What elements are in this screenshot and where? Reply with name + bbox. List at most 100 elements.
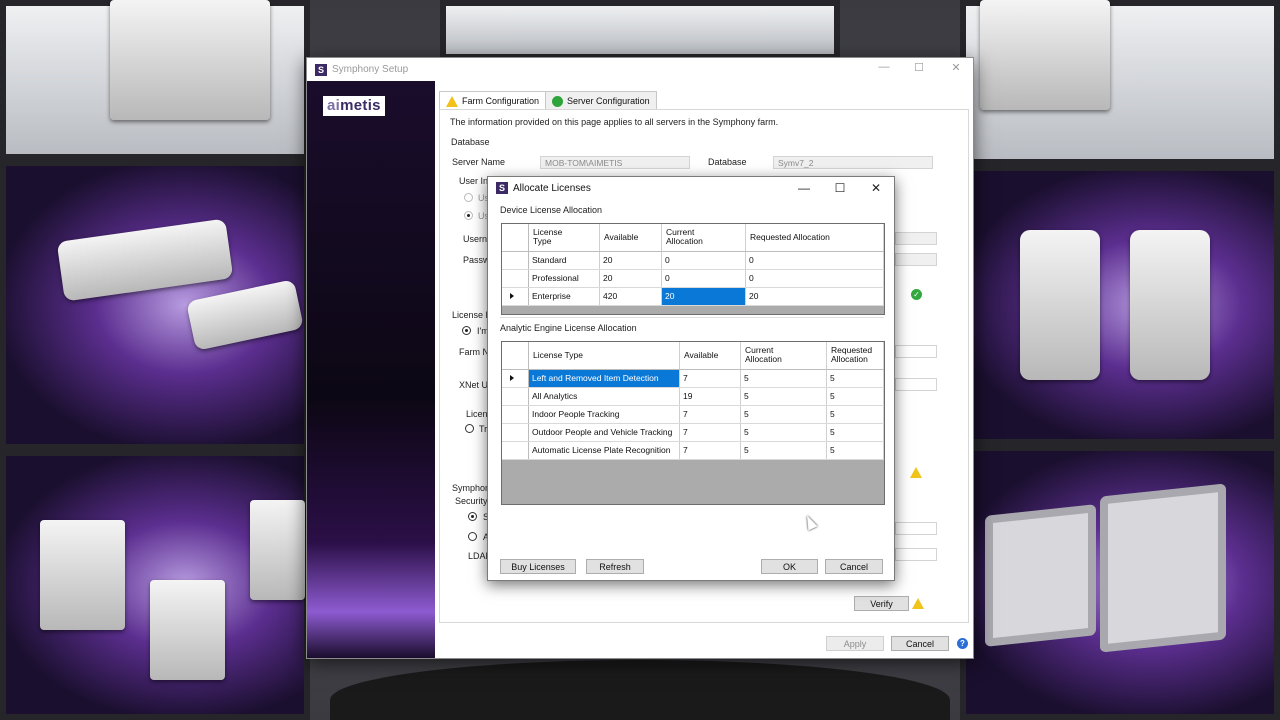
row-header[interactable] <box>502 287 529 306</box>
trial-radio[interactable] <box>465 424 474 433</box>
table-row[interactable]: Automatic License Plate Recognition 7 5 … <box>502 441 884 460</box>
buy-licenses-button[interactable]: Buy Licenses <box>500 559 576 574</box>
security-field[interactable] <box>895 522 937 535</box>
current-allocation-cell[interactable]: 5 <box>740 423 827 442</box>
dialog-title-bar: S Allocate Licenses — ☐ ✕ <box>488 177 894 199</box>
row-header[interactable] <box>502 441 529 460</box>
available-cell[interactable]: 7 <box>679 441 741 460</box>
requested-allocation-cell[interactable]: 5 <box>826 423 884 442</box>
minimize-icon[interactable]: — <box>875 61 893 73</box>
table-row[interactable]: Indoor People Tracking 7 5 5 <box>502 405 884 424</box>
column-header[interactable]: Requested Allocation <box>826 342 884 370</box>
row-header[interactable] <box>502 369 529 388</box>
table-row[interactable]: All Analytics 19 5 5 <box>502 387 884 406</box>
current-allocation-cell[interactable]: 0 <box>661 251 746 270</box>
ok-button[interactable]: OK <box>761 559 818 574</box>
refresh-button[interactable]: Refresh <box>586 559 644 574</box>
current-allocation-cell[interactable]: 20 <box>661 287 746 306</box>
requested-allocation-cell[interactable]: 0 <box>745 251 884 270</box>
maximize-icon[interactable]: ☐ <box>910 61 928 74</box>
server-name-select[interactable]: MOB-TOM\AIMETIS <box>540 156 690 169</box>
available-cell[interactable]: 19 <box>679 387 741 406</box>
requested-allocation-cell[interactable]: 0 <box>745 269 884 288</box>
user-option-radio[interactable] <box>464 193 473 202</box>
password-field[interactable] <box>895 253 937 266</box>
setup-title-bar: S Symphony Setup — ☐ ✕ <box>307 58 973 81</box>
available-cell[interactable]: 7 <box>679 369 741 388</box>
column-header[interactable]: Available <box>599 224 662 252</box>
close-icon[interactable]: ✕ <box>867 181 885 195</box>
table-row[interactable]: Enterprise 420 20 20 <box>502 287 884 306</box>
column-header[interactable]: License Type <box>528 342 680 370</box>
close-icon[interactable]: ✕ <box>947 61 965 74</box>
user-option-radio[interactable] <box>464 211 473 220</box>
logo-part-2: metis <box>340 97 381 114</box>
analytic-license-group-label: Analytic Engine License Allocation <box>500 323 637 333</box>
current-allocation-cell[interactable]: 5 <box>740 441 827 460</box>
security-option-radio[interactable] <box>468 532 477 541</box>
row-header[interactable] <box>502 405 529 424</box>
cancel-button[interactable]: Cancel <box>891 636 949 651</box>
row-header[interactable] <box>502 251 529 270</box>
table-row[interactable]: Standard 20 0 0 <box>502 251 884 270</box>
available-cell[interactable]: 420 <box>599 287 662 306</box>
database-group-label: Database <box>451 137 490 147</box>
license-type-cell[interactable]: Outdoor People and Vehicle Tracking <box>528 423 680 442</box>
security-option-radio[interactable] <box>468 512 477 521</box>
column-header[interactable]: License Type <box>528 224 600 252</box>
column-header[interactable]: Current Allocation <box>661 224 746 252</box>
requested-allocation-cell[interactable]: 5 <box>826 405 884 424</box>
license-type-cell[interactable]: All Analytics <box>528 387 680 406</box>
tab-label: Farm Configuration <box>462 96 540 106</box>
ldap-field[interactable] <box>895 548 937 561</box>
symphony-group-label: Symphon <box>452 483 491 493</box>
dialog-cancel-button[interactable]: Cancel <box>825 559 883 574</box>
table-row[interactable]: Outdoor People and Vehicle Tracking 7 5 … <box>502 423 884 442</box>
row-header[interactable] <box>502 423 529 442</box>
available-cell[interactable]: 20 <box>599 269 662 288</box>
tab-farm-configuration[interactable]: Farm Configuration <box>439 91 547 110</box>
farm-name-field[interactable] <box>895 345 937 358</box>
security-label: Security <box>455 496 488 506</box>
requested-allocation-cell[interactable]: 20 <box>745 287 884 306</box>
requested-allocation-cell[interactable]: 5 <box>826 387 884 406</box>
current-allocation-cell[interactable]: 5 <box>740 405 827 424</box>
available-cell[interactable]: 7 <box>679 423 741 442</box>
current-allocation-cell[interactable]: 0 <box>661 269 746 288</box>
license-type-cell[interactable]: Standard <box>528 251 600 270</box>
license-type-cell[interactable]: Automatic License Plate Recognition <box>528 441 680 460</box>
available-cell[interactable]: 7 <box>679 405 741 424</box>
license-radio[interactable] <box>462 326 471 335</box>
column-header[interactable]: Requested Allocation <box>745 224 884 252</box>
column-header[interactable]: Current Allocation <box>740 342 827 370</box>
apply-button[interactable]: Apply <box>826 636 884 651</box>
license-type-cell[interactable]: Enterprise <box>528 287 600 306</box>
license-type-cell[interactable]: Left and Removed Item Detection <box>528 369 680 388</box>
requested-allocation-cell[interactable]: 5 <box>826 369 884 388</box>
minimize-icon[interactable]: — <box>795 181 813 195</box>
server-rack-image <box>980 0 1110 110</box>
verify-button[interactable]: Verify <box>854 596 909 611</box>
database-select[interactable]: Symv7_2 <box>773 156 933 169</box>
current-allocation-cell[interactable]: 5 <box>740 387 827 406</box>
tab-server-configuration[interactable]: Server Configuration <box>545 91 657 110</box>
setup-window-title: Symphony Setup <box>332 64 409 75</box>
column-header[interactable]: Available <box>679 342 741 370</box>
current-allocation-cell[interactable]: 5 <box>740 369 827 388</box>
requested-allocation-cell[interactable]: 5 <box>826 441 884 460</box>
username-field[interactable] <box>895 232 937 245</box>
row-header[interactable] <box>502 269 529 288</box>
logo-part-1: ai <box>327 97 341 114</box>
available-cell[interactable]: 20 <box>599 251 662 270</box>
keypad-image <box>150 580 225 680</box>
row-header[interactable] <box>502 387 529 406</box>
license-type-cell[interactable]: Professional <box>528 269 600 288</box>
help-icon[interactable]: ? <box>957 638 968 649</box>
xnet-field[interactable] <box>895 378 937 391</box>
symphony-app-icon: S <box>496 182 508 194</box>
server-rack-image <box>110 0 270 120</box>
license-type-cell[interactable]: Indoor People Tracking <box>528 405 680 424</box>
table-row[interactable]: Professional 20 0 0 <box>502 269 884 288</box>
maximize-icon[interactable]: ☐ <box>831 181 849 195</box>
table-row[interactable]: Left and Removed Item Detection 7 5 5 <box>502 369 884 388</box>
